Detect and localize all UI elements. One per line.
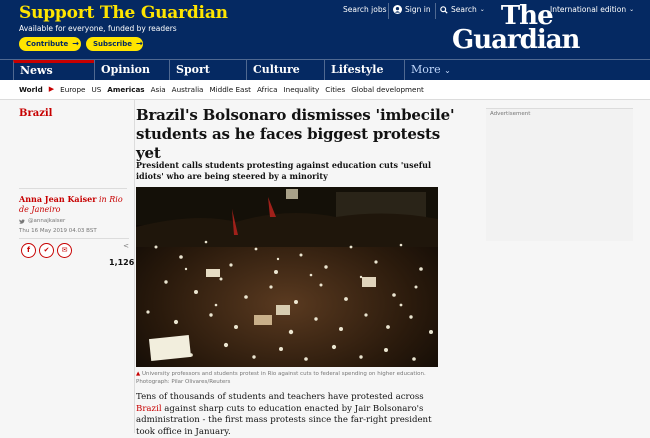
nav-sport[interactable]: Sport	[169, 60, 246, 80]
divider	[19, 238, 129, 239]
caption-text: University professors and students prote…	[136, 371, 426, 385]
divider	[435, 3, 436, 19]
support-title: Support The Guardian	[19, 3, 228, 23]
nav-lifestyle[interactable]: Lifestyle	[324, 60, 404, 80]
triangle-right-icon: ▶	[48, 85, 55, 93]
advertisement-slot[interactable]: Advertisement	[486, 108, 633, 241]
sign-in-link[interactable]: Sign in	[393, 5, 431, 14]
column-divider	[134, 100, 135, 433]
user-icon	[393, 5, 402, 14]
publish-date: Thu 16 May 2019 04.03 BST	[19, 228, 97, 234]
article-content: Brazil Anna Jean Kaiser in Rio de Janeir…	[13, 100, 633, 437]
logo-line-2: Guardian	[452, 25, 580, 55]
twitter-icon: ✔	[43, 246, 50, 254]
contribute-label: Contribute	[26, 40, 69, 48]
nav-more-label: More	[411, 63, 441, 76]
guardian-logo[interactable]: The Guardian	[452, 3, 580, 55]
share-icon: <	[123, 242, 129, 250]
protest-photo	[136, 187, 438, 367]
subnav-cities[interactable]: Cities	[325, 85, 345, 94]
chevron-down-icon: ⌄	[444, 66, 451, 75]
nav-more[interactable]: More ⌄	[404, 60, 644, 80]
facebook-icon: f	[26, 246, 31, 254]
article-standfirst: President calls students protesting agai…	[136, 160, 431, 181]
triangle-up-icon: ▲	[136, 371, 141, 377]
author-twitter[interactable]: @annajkaiser	[19, 218, 65, 224]
subnav-europe[interactable]: Europe	[60, 85, 85, 94]
section-label[interactable]: Brazil	[19, 108, 52, 119]
subscribe-label: Subscribe	[93, 40, 132, 48]
search-jobs-link[interactable]: Search jobs	[343, 5, 387, 14]
subnav-world[interactable]: World	[19, 85, 43, 94]
search-jobs-label: Search jobs	[343, 5, 387, 14]
arrow-right-icon: →	[135, 39, 143, 48]
subnav-americas[interactable]: Americas	[107, 85, 144, 94]
nav-culture[interactable]: Culture	[246, 60, 324, 80]
subscribe-button[interactable]: Subscribe →	[86, 37, 143, 51]
subnav-global-development[interactable]: Global development	[351, 85, 424, 94]
body-text-end: against sharp cuts to education enacted …	[136, 403, 432, 437]
subnav-us[interactable]: US	[91, 85, 101, 94]
support-subtitle: Available for everyone, funded by reader…	[19, 24, 177, 33]
subnav-africa[interactable]: Africa	[257, 85, 278, 94]
facebook-share-button[interactable]: f	[21, 243, 36, 258]
subnav-inequality[interactable]: Inequality	[284, 85, 320, 94]
share-count: < 1,126	[109, 242, 134, 269]
brazil-link[interactable]: Brazil	[136, 404, 162, 414]
search-icon	[440, 5, 448, 14]
nav-news[interactable]: News	[13, 60, 94, 80]
email-icon: ✉	[61, 246, 68, 254]
twitter-handle: @annajkaiser	[28, 218, 66, 224]
subnav-asia[interactable]: Asia	[151, 85, 166, 94]
sub-nav: World ▶ Europe US Americas Asia Australi…	[0, 80, 650, 100]
sign-in-label: Sign in	[405, 5, 431, 14]
divider	[388, 3, 389, 19]
share-count-value: 1,126	[109, 258, 135, 267]
article-headline: Brazil's Bolsonaro dismisses 'imbecile' …	[136, 106, 455, 162]
author-name[interactable]: Anna Jean Kaiser	[19, 194, 96, 204]
advertisement-label: Advertisement	[490, 111, 531, 117]
email-share-button[interactable]: ✉	[57, 243, 72, 258]
subnav-middle-east[interactable]: Middle East	[209, 85, 251, 94]
divider	[19, 188, 127, 189]
contribute-button[interactable]: Contribute →	[19, 37, 81, 51]
nav-opinion[interactable]: Opinion	[94, 60, 169, 80]
byline: Anna Jean Kaiser in Rio de Janeiro	[19, 194, 129, 215]
subnav-australia[interactable]: Australia	[172, 85, 204, 94]
article-main-image[interactable]	[136, 187, 438, 367]
body-text-start: Tens of thousands of students and teache…	[136, 392, 424, 402]
site-header: Support The Guardian Available for every…	[0, 0, 650, 59]
arrow-right-icon: →	[72, 39, 79, 48]
primary-nav: News Opinion Sport Culture Lifestyle Mor…	[0, 59, 650, 80]
meta-column: Brazil Anna Jean Kaiser in Rio de Janeir…	[13, 100, 134, 433]
twitter-share-button[interactable]: ✔	[39, 243, 54, 258]
chevron-down-icon: ⌄	[629, 6, 635, 13]
article-body: Tens of thousands of students and teache…	[136, 392, 441, 438]
twitter-icon	[19, 218, 25, 224]
image-caption: ▲ University professors and students pro…	[136, 371, 438, 386]
